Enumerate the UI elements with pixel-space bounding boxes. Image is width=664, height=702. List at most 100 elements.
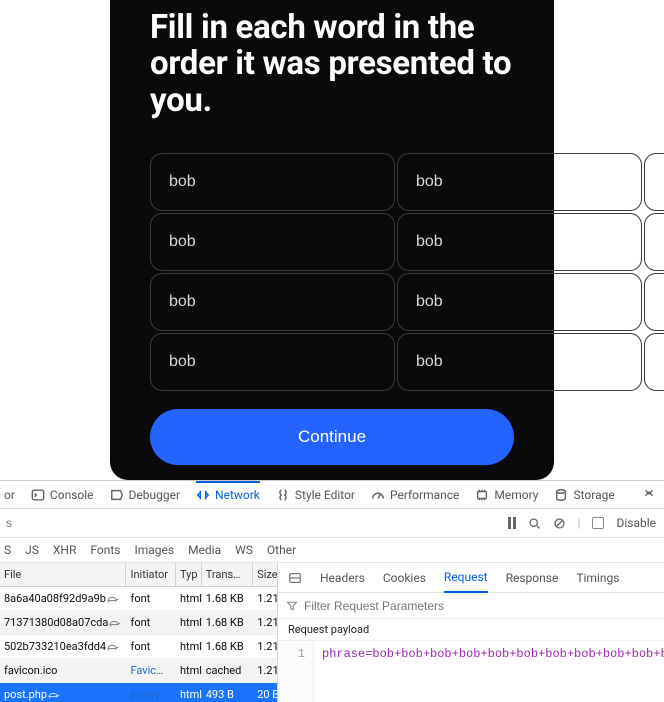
col-transferred[interactable]: Trans… — [202, 563, 253, 586]
col-initiator[interactable]: Initiator — [126, 563, 175, 586]
disable-cache-label: Disable — [616, 516, 656, 530]
tab-style-editor[interactable]: Style Editor — [276, 481, 355, 508]
request-size: 1.21 — [253, 587, 277, 610]
word-input-10[interactable] — [150, 333, 395, 391]
clear-icon[interactable] — [553, 517, 566, 530]
word-input-9[interactable] — [644, 273, 664, 331]
details-tab-headers[interactable]: Headers — [320, 564, 365, 592]
request-type: html — [176, 635, 202, 658]
payload-body: 1 phrase=bob+bob+bob+bob+bob+bob+bob+bob… — [278, 641, 664, 702]
word-input-5[interactable] — [397, 213, 642, 271]
search-icon[interactable] — [528, 517, 541, 530]
request-initiator[interactable]: Favic… — [131, 664, 164, 677]
col-file[interactable]: File — [0, 563, 126, 586]
tab-network[interactable]: Network — [196, 481, 260, 508]
request-initiator[interactable]: jquery… — [131, 688, 168, 701]
initiator-indicator-icon — [106, 594, 120, 604]
filter-xhr[interactable]: XHR — [53, 543, 76, 557]
col-type[interactable]: Typ — [176, 563, 202, 586]
request-size: 1.21 — [253, 635, 277, 658]
request-transferred: cached — [202, 659, 253, 682]
tab-style-editor-label: Style Editor — [295, 488, 355, 502]
tab-inspector-label: or — [4, 488, 15, 502]
continue-button[interactable]: Continue — [150, 409, 514, 465]
tab-inspector[interactable]: or — [4, 481, 15, 508]
initiator-indicator-icon — [108, 618, 122, 628]
tab-debugger-label: Debugger — [129, 488, 181, 502]
network-icon — [196, 488, 210, 502]
request-file: favicon.ico — [4, 664, 57, 677]
details-tab-cookies[interactable]: Cookies — [383, 564, 426, 592]
filter-fonts[interactable]: Fonts — [90, 543, 120, 557]
word-input-3[interactable] — [644, 153, 664, 211]
filter-js[interactable]: JS — [25, 543, 39, 557]
request-transferred: 1.68 KB — [202, 611, 253, 634]
request-list: File Initiator Typ Trans… Size 8a6a40a08… — [0, 563, 278, 702]
pause-icon[interactable] — [508, 517, 516, 529]
request-row[interactable]: 502b733210ea3fdd4 font html1.68 KB1.21 — [0, 635, 277, 659]
tab-storage[interactable]: Storage — [554, 481, 614, 508]
word-input-6[interactable] — [644, 213, 664, 271]
funnel-icon — [286, 600, 298, 612]
request-file: 502b733210ea3fdd4 — [4, 640, 106, 653]
heading: Fill in each word in the order it was pr… — [150, 10, 514, 119]
request-row[interactable]: 8a6a40a08f92d9a9bfonthtml1.68 KB1.21 — [0, 587, 277, 611]
toggle-raw-icon[interactable] — [288, 571, 302, 585]
request-details: Headers Cookies Request Response Timings… — [278, 563, 664, 702]
devtools-tabs: or Console Debugger Network Style Editor… — [0, 481, 664, 509]
devtools-panel: or Console Debugger Network Style Editor… — [0, 480, 664, 702]
tab-memory[interactable]: Memory — [475, 481, 538, 508]
details-tab-timings[interactable]: Timings — [576, 564, 619, 592]
details-tab-request[interactable]: Request — [444, 563, 488, 593]
request-initiator: font — [131, 616, 151, 629]
request-type-filters: S JS XHR Fonts Images Media WS Other — [0, 538, 664, 563]
seed-phrase-card: Fill in each word in the order it was pr… — [110, 0, 554, 480]
tab-debugger[interactable]: Debugger — [110, 481, 181, 508]
request-size: 1.21 — [253, 611, 277, 634]
request-row[interactable]: 71371380d08a07cdafonthtml1.68 KB1.21 — [0, 611, 277, 635]
network-toolbar-right: | Disable — [500, 516, 664, 530]
tab-memory-label: Memory — [494, 488, 538, 502]
word-input-1[interactable] — [150, 153, 395, 211]
request-list-header: File Initiator Typ Trans… Size — [0, 563, 277, 587]
word-input-4[interactable] — [150, 213, 395, 271]
performance-icon — [371, 488, 385, 502]
initiator-indicator-icon — [47, 690, 61, 700]
tabs-overflow-icon[interactable] — [642, 486, 660, 503]
request-transferred: 493 B — [202, 683, 253, 702]
tab-performance-label: Performance — [390, 488, 459, 502]
word-input-7[interactable] — [150, 273, 395, 331]
payload-text[interactable]: phrase=bob+bob+bob+bob+bob+bob+bob+bob+b… — [314, 641, 664, 702]
details-tab-response[interactable]: Response — [506, 564, 559, 592]
disable-cache-checkbox[interactable] — [592, 517, 604, 529]
filter-other[interactable]: Other — [267, 543, 296, 557]
tab-performance[interactable]: Performance — [371, 481, 459, 508]
word-input-12[interactable] — [644, 333, 664, 391]
request-transferred: 1.68 KB — [202, 635, 253, 658]
request-file: 8a6a40a08f92d9a9b — [4, 592, 106, 605]
console-icon — [31, 488, 45, 502]
request-row[interactable]: post.phpjquery…html493 B20 B — [0, 683, 277, 702]
request-row[interactable]: favicon.icoFavic…htmlcached1.21 — [0, 659, 277, 683]
request-initiator: font — [131, 640, 151, 653]
details-filter-input[interactable] — [304, 599, 656, 613]
filter-ws[interactable]: WS — [235, 543, 253, 557]
word-input-2[interactable] — [397, 153, 642, 211]
filter-css[interactable]: S — [4, 543, 11, 557]
memory-icon — [475, 488, 489, 502]
storage-icon — [554, 488, 568, 502]
initiator-indicator-icon — [106, 642, 120, 652]
filter-media[interactable]: Media — [188, 543, 221, 557]
request-file: post.php — [4, 688, 47, 701]
filter-images[interactable]: Images — [134, 543, 174, 557]
network-toolbar: | Disable — [0, 509, 664, 538]
tab-console[interactable]: Console — [31, 481, 94, 508]
request-initiator: font — [131, 592, 151, 605]
request-type: html — [176, 659, 202, 682]
word-input-11[interactable] — [397, 333, 642, 391]
tab-network-label: Network — [215, 488, 260, 502]
word-input-8[interactable] — [397, 273, 642, 331]
col-size[interactable]: Size — [253, 563, 277, 586]
word-grid — [150, 153, 514, 391]
filter-urls-input[interactable] — [4, 509, 500, 537]
